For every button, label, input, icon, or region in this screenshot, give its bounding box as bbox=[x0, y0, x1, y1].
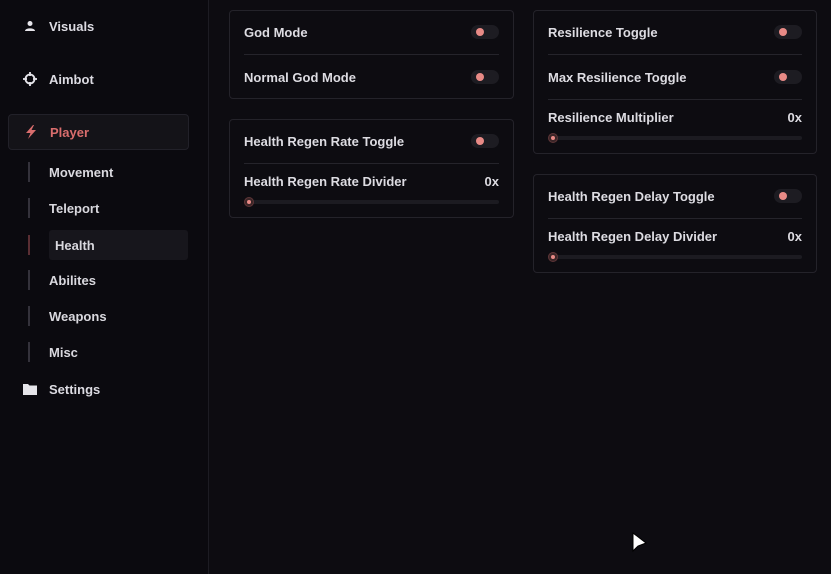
slider-thumb[interactable] bbox=[548, 252, 558, 262]
sidebar-item-label: Aimbot bbox=[49, 71, 94, 87]
god-mode-panel: God Mode Normal God Mode bbox=[229, 10, 514, 99]
health-regen-rate-toggle[interactable] bbox=[471, 134, 499, 148]
sidebar-subitem-label: Movement bbox=[49, 164, 114, 180]
toggle-knob bbox=[476, 73, 484, 81]
health-regen-delay-toggle-row: Health Regen Delay Toggle bbox=[548, 186, 802, 206]
health-regen-delay-divider-value: 0x bbox=[787, 228, 802, 244]
health-regen-delay-divider-slider[interactable] bbox=[548, 252, 802, 262]
god-mode-row: God Mode bbox=[244, 22, 499, 42]
slider-track bbox=[244, 200, 499, 204]
health-regen-rate-divider-value: 0x bbox=[484, 173, 499, 189]
health-regen-rate-toggle-label: Health Regen Rate Toggle bbox=[244, 133, 405, 149]
sidebar-item-settings[interactable]: Settings bbox=[8, 371, 189, 407]
user-icon bbox=[23, 19, 37, 33]
health-regen-rate-divider-label: Health Regen Rate Divider bbox=[244, 173, 407, 189]
sidebar-item-player[interactable]: Player bbox=[8, 114, 189, 150]
toggle-knob bbox=[779, 28, 787, 36]
god-mode-toggle[interactable] bbox=[471, 25, 499, 39]
health-regen-delay-divider-label: Health Regen Delay Divider bbox=[548, 228, 718, 244]
sidebar-subitem-health[interactable]: Health bbox=[28, 230, 188, 260]
toggle-knob bbox=[476, 137, 484, 145]
divider bbox=[244, 163, 499, 164]
sidebar-subitem-label: Weapons bbox=[49, 308, 107, 324]
slider-track bbox=[548, 136, 802, 140]
health-regen-delay-divider-row: Health Regen Delay Divider 0x bbox=[548, 226, 802, 246]
sidebar-subitem-abilites[interactable]: Abilites bbox=[28, 265, 188, 295]
sidebar: Visuals Aimbot Player Movement Teleport … bbox=[0, 0, 209, 574]
normal-god-mode-row: Normal God Mode bbox=[244, 67, 499, 87]
sidebar-subitem-misc[interactable]: Misc bbox=[28, 337, 188, 367]
divider bbox=[244, 54, 499, 55]
toggle-knob bbox=[476, 28, 484, 36]
sidebar-subitem-label: Misc bbox=[49, 344, 78, 360]
health-regen-delay-toggle-label: Health Regen Delay Toggle bbox=[548, 188, 715, 204]
sidebar-item-label: Player bbox=[50, 124, 90, 140]
max-resilience-toggle-row: Max Resilience Toggle bbox=[548, 67, 802, 87]
divider bbox=[548, 54, 802, 55]
app-window: Visuals Aimbot Player Movement Teleport … bbox=[0, 0, 831, 574]
sidebar-subitem-label: Teleport bbox=[49, 200, 100, 216]
divider bbox=[548, 218, 802, 219]
slider-thumb[interactable] bbox=[244, 197, 254, 207]
sidebar-item-visuals[interactable]: Visuals bbox=[8, 8, 189, 44]
toggle-knob bbox=[779, 73, 787, 81]
health-regen-rate-toggle-row: Health Regen Rate Toggle bbox=[244, 131, 499, 151]
sidebar-item-label: Visuals bbox=[49, 18, 95, 34]
resilience-toggle-row: Resilience Toggle bbox=[548, 22, 802, 42]
toggle-knob bbox=[779, 192, 787, 200]
resilience-multiplier-value: 0x bbox=[787, 109, 802, 125]
health-regen-delay-panel: Health Regen Delay Toggle Health Regen D… bbox=[533, 174, 817, 273]
normal-god-mode-label: Normal God Mode bbox=[244, 69, 356, 85]
resilience-multiplier-label: Resilience Multiplier bbox=[548, 109, 674, 125]
divider bbox=[548, 99, 802, 100]
sidebar-subitem-movement[interactable]: Movement bbox=[28, 157, 188, 187]
max-resilience-toggle[interactable] bbox=[774, 70, 802, 84]
max-resilience-toggle-label: Max Resilience Toggle bbox=[548, 69, 687, 85]
slider-track bbox=[548, 255, 802, 259]
resilience-toggle-label: Resilience Toggle bbox=[548, 24, 658, 40]
mouse-cursor-icon bbox=[632, 531, 648, 559]
lightning-icon bbox=[24, 125, 38, 139]
sidebar-subitem-label: Health bbox=[55, 237, 95, 253]
resilience-multiplier-slider[interactable] bbox=[548, 133, 802, 143]
health-regen-rate-panel: Health Regen Rate Toggle Health Regen Ra… bbox=[229, 119, 514, 218]
folder-icon bbox=[23, 382, 37, 396]
sidebar-subitem-teleport[interactable]: Teleport bbox=[28, 193, 188, 223]
health-regen-rate-divider-slider[interactable] bbox=[244, 197, 499, 207]
health-regen-rate-divider-row: Health Regen Rate Divider 0x bbox=[244, 171, 499, 191]
sidebar-subitem-label: Abilites bbox=[49, 272, 96, 288]
resilience-panel: Resilience Toggle Max Resilience Toggle … bbox=[533, 10, 817, 154]
resilience-multiplier-row: Resilience Multiplier 0x bbox=[548, 107, 802, 127]
health-regen-delay-toggle[interactable] bbox=[774, 189, 802, 203]
sidebar-subitem-weapons[interactable]: Weapons bbox=[28, 301, 188, 331]
crosshair-icon bbox=[23, 72, 37, 86]
resilience-toggle[interactable] bbox=[774, 25, 802, 39]
normal-god-mode-toggle[interactable] bbox=[471, 70, 499, 84]
sidebar-item-aimbot[interactable]: Aimbot bbox=[8, 61, 189, 97]
sidebar-item-label: Settings bbox=[49, 381, 101, 397]
god-mode-label: God Mode bbox=[244, 24, 308, 40]
slider-thumb[interactable] bbox=[548, 133, 558, 143]
